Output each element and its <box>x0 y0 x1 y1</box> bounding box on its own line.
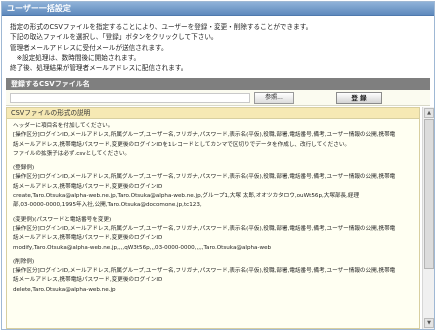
scroll-up-arrow-icon[interactable]: ▲ <box>424 108 434 118</box>
spec-line: create,Taro.Otsuka@alpha-web.ne.jp,Taro.… <box>13 193 360 200</box>
spec-line: 部,03-0000-0000,1995年入社,公開,Taro.Otsuka@do… <box>13 202 202 209</box>
user-bulk-settings-window: ユーザー一括設定 指定の形式のCSVファイルを指定することにより、ユーザーを登録… <box>1 1 435 330</box>
csv-format-header: CSVファイルの形式の説明 <box>7 108 419 119</box>
intro-line: 管理者メールアドレスに受付メールが送信されます。 <box>10 43 168 52</box>
spec-line: 話メールアドレス,携帯電話パスワード,変更後のログインID <box>13 235 163 242</box>
csv-format-panel: CSVファイルの形式の説明 ヘッダーに項目名を付加してください。 [操作区分]ロ… <box>6 107 420 329</box>
spec-line: delete,Taro.Otsuka@alpha-web.ne.jp <box>13 286 116 293</box>
spec-line: ヘッダーに項目名を付加してください。 <box>13 123 114 129</box>
spec-line: [操作区分]ログインID,メールアドレス,所属グループ,ユーザー名,フリガナ,パ… <box>13 268 396 275</box>
spec-line: (登録例) <box>13 165 35 172</box>
register-button[interactable]: 登 録 <box>336 92 382 105</box>
intro-text: 指定の形式のCSVファイルを指定することにより、ユーザーを登録・変更・削除するこ… <box>2 16 434 73</box>
upload-section-header: 登録するCSVファイル名 <box>6 78 430 91</box>
spec-line: (変更例)(パスワードと電話番号を変更) <box>13 216 112 223</box>
intro-line: 指定の形式のCSVファイルを指定することにより、ユーザーを登録・変更・削除するこ… <box>10 23 313 31</box>
scrollbar-thumb[interactable] <box>424 119 434 269</box>
vertical-scrollbar[interactable]: ▲ ▼ <box>422 107 434 329</box>
browse-button[interactable]: 参照... <box>254 92 294 105</box>
spec-line: [操作区分]ログインID,メールアドレス,所属グループ,ユーザー名,フリガナ,パ… <box>13 174 396 181</box>
scroll-down-arrow-icon[interactable]: ▼ <box>424 318 434 328</box>
spec-line: (削除例) <box>13 258 35 265</box>
upload-row: 参照... 登 録 <box>6 90 430 107</box>
spec-line: [操作区分]ログインID,メールアドレス,所属グループ,ユーザー名,フリガナ,パ… <box>13 132 396 139</box>
csv-format-body: ヘッダーに項目名を付加してください。 [操作区分]ログインID,メールアドレス,… <box>7 119 419 295</box>
spec-line: 話メールアドレス,携帯電話パスワード,変更後のログインID <box>13 277 163 284</box>
intro-line: 終了後、処理結果が管理者メールアドレスに配信されます。 <box>10 64 188 73</box>
csv-file-input[interactable] <box>10 93 250 104</box>
spec-line: 話メールアドレス,携帯電話パスワード,変更後のログインID <box>13 183 163 190</box>
intro-line: ※設定処理は、数時間後に開始されます。 <box>10 53 141 62</box>
spec-line: modify,Taro.Otsuka@alpha-web.ne.jp,,,,qW… <box>13 244 272 251</box>
spec-line: 話メールアドレス,携帯電話パスワード,変更後のログインIDを1レコードとしてカン… <box>13 141 351 148</box>
spec-line: [操作区分]ログインID,メールアドレス,所属グループ,ユーザー名,フリガナ,パ… <box>13 225 396 232</box>
window-title: ユーザー一括設定 <box>2 2 434 16</box>
intro-line: 下記の取込ファイルを選択し、「登録」ボタンをクリックして下さい。 <box>10 33 218 42</box>
spec-line: ファイルの拡張子は必ず.csvとしてください。 <box>13 150 131 157</box>
